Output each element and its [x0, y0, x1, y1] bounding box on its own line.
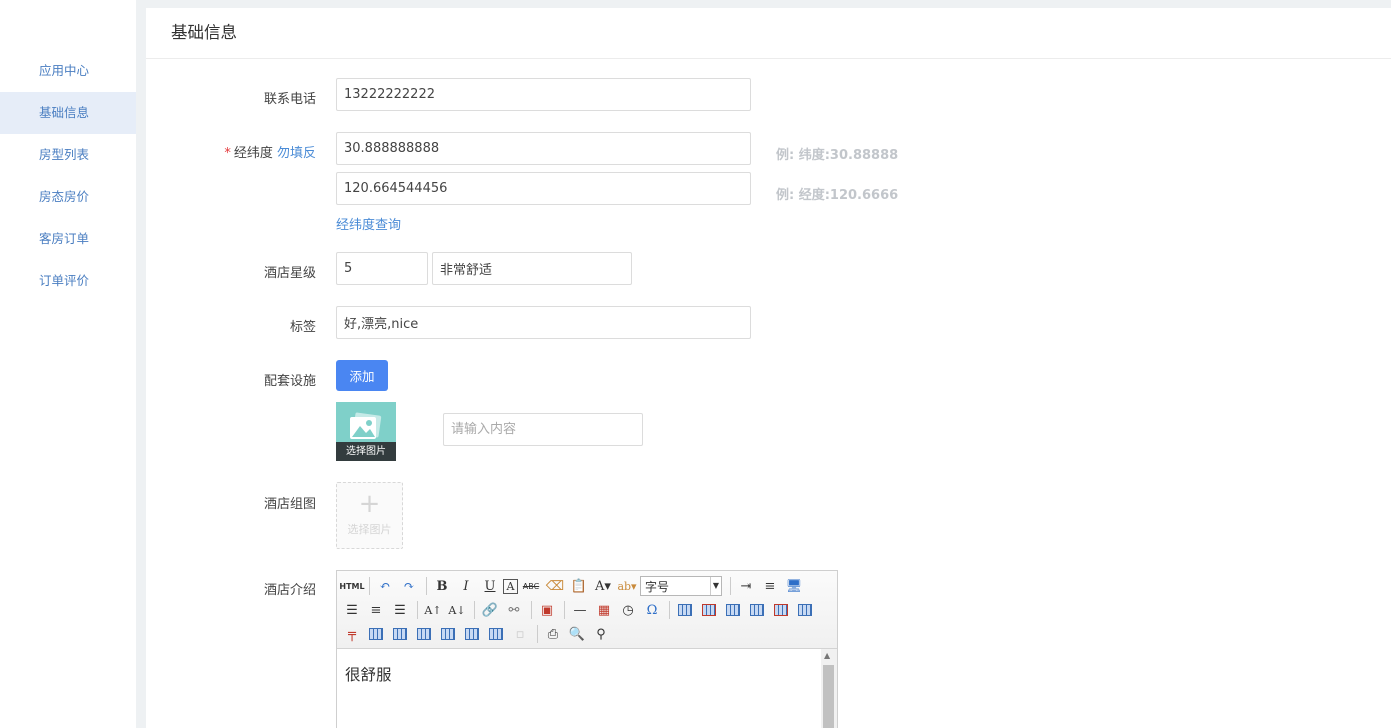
rich-text-editor: HTML ↶ ↷ B I U A ABC ⌫ 📋 A▾ ab▾ 字号 ▼ ⇥ ≡ … [336, 570, 838, 728]
star-label: 酒店星级 [263, 266, 316, 281]
latlng-label-text: 经纬度 [233, 146, 273, 161]
merge-down-icon[interactable] [413, 624, 435, 644]
font-size-select-value: 字号 [645, 579, 670, 594]
toolbar-separator [669, 601, 670, 619]
tags-label: 标签 [289, 320, 316, 335]
add-facility-button[interactable]: 添加 [336, 360, 388, 391]
paste-text-icon[interactable]: 📋 [568, 576, 590, 596]
print-icon[interactable]: ⎙ [542, 624, 564, 644]
latlng-label: * 经纬度 勿填反 [146, 142, 316, 161]
intro-label: 酒店介绍 [263, 583, 316, 598]
time-icon[interactable]: ◷ [617, 600, 639, 620]
insert-col-icon[interactable] [794, 600, 816, 620]
toolbar-separator [417, 601, 418, 619]
delete-table-icon[interactable] [698, 600, 720, 620]
toolbar-separator [537, 625, 538, 643]
scrollbar-thumb[interactable] [823, 665, 834, 728]
plus-icon: + [358, 489, 381, 519]
delete-col-icon[interactable]: ╤ [341, 624, 363, 644]
tags-input[interactable] [336, 306, 751, 339]
font-border-icon[interactable]: A [503, 578, 518, 594]
latlng-warning: 勿填反 [276, 146, 316, 161]
editor-toolbar: HTML ↶ ↷ B I U A ABC ⌫ 📋 A▾ ab▾ 字号 ▼ ⇥ ≡ … [337, 571, 837, 649]
sidebar-item-room-status-price[interactable]: 房态房价 [0, 176, 136, 218]
editor-content[interactable]: 很舒服 ▲ [337, 649, 837, 728]
facility-label: 配套设施 [263, 374, 316, 389]
sidebar: 应用中心 基础信息 房型列表 房态房价 客房订单 订单评价 [0, 0, 136, 728]
special-char-icon[interactable]: Ω [641, 600, 663, 620]
redo-icon[interactable]: ↷ [398, 576, 420, 596]
font-size-select[interactable]: 字号 ▼ [640, 576, 722, 596]
longitude-input[interactable] [336, 172, 751, 205]
phone-label: 联系电话 [263, 92, 316, 107]
sidebar-item-basic-info[interactable]: 基础信息 [0, 92, 136, 134]
align-justify-icon[interactable]: ☰ [389, 600, 411, 620]
longitude-hint: 例: 经度:120.6666 [776, 188, 899, 203]
strikethrough-icon[interactable]: ABC [520, 576, 542, 596]
preview-icon[interactable]: 🖥 [783, 576, 805, 596]
toolbar-separator [369, 577, 370, 595]
italic-icon[interactable]: I [455, 576, 477, 596]
sidebar-item-room-types[interactable]: 房型列表 [0, 134, 136, 176]
toolbar-separator [730, 577, 731, 595]
font-increase-icon[interactable]: A↑ [422, 600, 444, 620]
link-icon[interactable]: 🔗 [479, 600, 501, 620]
underline-icon[interactable]: U [479, 576, 501, 596]
latlng-query-link[interactable]: 经纬度查询 [336, 214, 401, 233]
gallery-add-text: 选择图片 [347, 523, 392, 536]
page-title: 基础信息 [146, 8, 1391, 59]
align-center-icon[interactable]: ☰ [341, 600, 363, 620]
sidebar-item-order-reviews[interactable]: 订单评价 [0, 260, 136, 302]
toolbar-separator [564, 601, 565, 619]
insert-image-icon[interactable]: ▣ [536, 600, 558, 620]
star-input[interactable] [336, 252, 428, 285]
chevron-down-icon: ▼ [710, 577, 721, 595]
date-icon[interactable]: ▦ [593, 600, 615, 620]
pick-image-caption: 选择图片 [336, 442, 396, 461]
insert-row-icon[interactable] [746, 600, 768, 620]
image-icon [350, 412, 382, 439]
indent-icon[interactable]: ⇥ [735, 576, 757, 596]
unlink-icon[interactable]: ⚯ [503, 600, 525, 620]
split-rows-icon[interactable] [461, 624, 483, 644]
latitude-input[interactable] [336, 132, 751, 165]
facility-image-picker[interactable]: 选择图片 [336, 402, 396, 461]
editor-scrollbar[interactable]: ▲ [821, 649, 837, 728]
search-replace-icon[interactable]: ⚲ [590, 624, 612, 644]
phone-input[interactable] [336, 78, 751, 111]
merge-right-icon[interactable] [389, 624, 411, 644]
highlight-color-icon[interactable]: ab▾ [616, 576, 638, 596]
scroll-up-icon[interactable]: ▲ [824, 651, 830, 660]
horizontal-rule-icon[interactable]: — [569, 600, 591, 620]
latitude-hint: 例: 纬度:30.88888 [776, 148, 899, 163]
toolbar-separator [531, 601, 532, 619]
sidebar-item-room-orders[interactable]: 客房订单 [0, 218, 136, 260]
undo-icon[interactable]: ↶ [374, 576, 396, 596]
gallery-add-image[interactable]: + 选择图片 [336, 482, 403, 549]
required-mark: * [224, 146, 231, 161]
star-desc-input[interactable] [432, 252, 632, 285]
table-props-icon[interactable] [722, 600, 744, 620]
attachment-icon[interactable]: ▫ [509, 624, 531, 644]
toolbar-separator [426, 577, 427, 595]
editor-text: 很舒服 [345, 666, 392, 684]
table-icon[interactable] [674, 600, 696, 620]
facility-content-input[interactable] [443, 413, 643, 446]
split-cells-icon[interactable] [437, 624, 459, 644]
sidebar-item-app-center[interactable]: 应用中心 [0, 50, 136, 92]
paragraph-icon[interactable]: ≡ [759, 576, 781, 596]
bold-icon[interactable]: B [431, 576, 453, 596]
font-color-icon[interactable]: A▾ [592, 576, 614, 596]
align-right-icon[interactable]: ≡ [365, 600, 387, 620]
gallery-label: 酒店组图 [263, 497, 316, 512]
font-decrease-icon[interactable]: A↓ [446, 600, 468, 620]
html-source-button[interactable]: HTML [339, 576, 364, 596]
split-cols-icon[interactable] [485, 624, 507, 644]
eraser-icon[interactable]: ⌫ [544, 576, 566, 596]
toolbar-separator [474, 601, 475, 619]
delete-row-icon[interactable] [770, 600, 792, 620]
main-panel: 基础信息 联系电话 *经纬度 勿填反 例: 纬度:30.88888 例: 经度:… [146, 8, 1391, 728]
merge-cells-icon[interactable] [365, 624, 387, 644]
zoom-icon[interactable]: 🔍 [566, 624, 588, 644]
